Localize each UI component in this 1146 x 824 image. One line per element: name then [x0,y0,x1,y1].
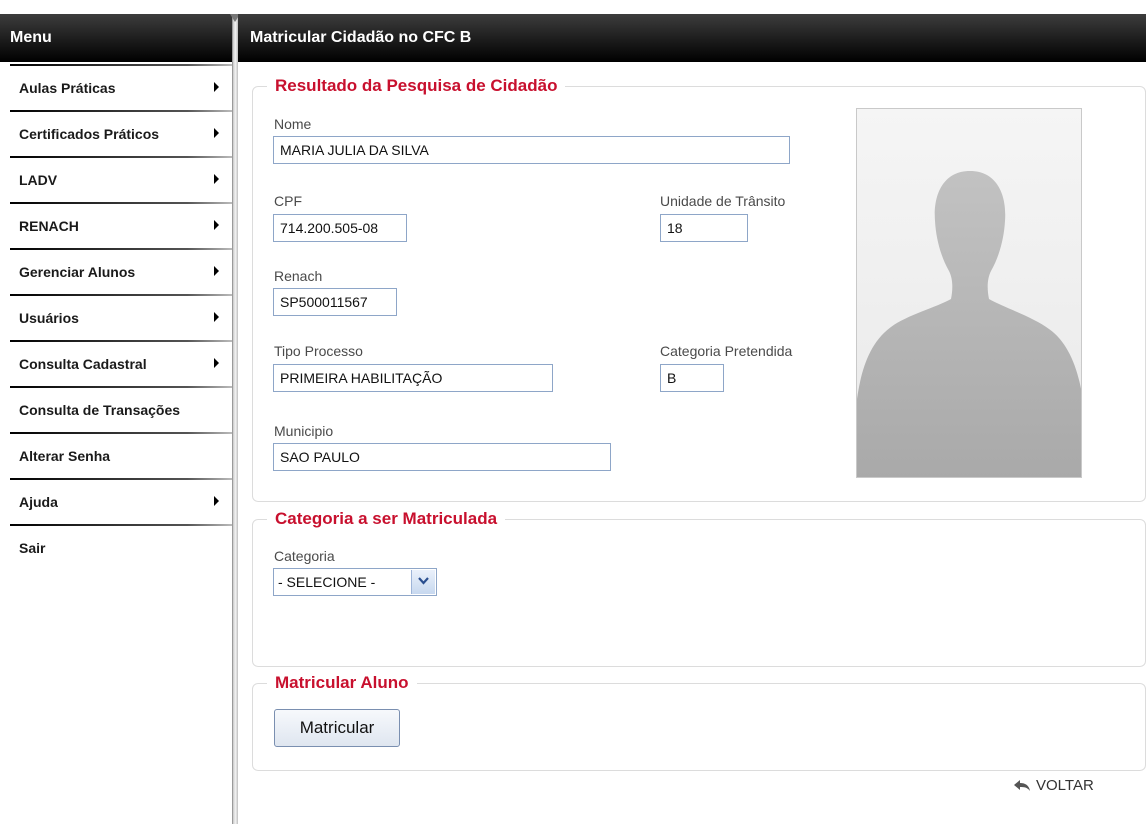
sidebar-item-label: RENACH [19,218,79,234]
unidade-transito-label: Unidade de Trânsito [660,193,786,209]
categoria-pretendida-label: Categoria Pretendida [660,343,793,359]
sidebar-item-label: Certificados Práticos [19,126,160,142]
sidebar-item-label: Consulta de Transações [19,402,181,418]
sidebar-item-aulas-praticas[interactable]: Aulas Práticas [0,64,232,110]
triangle-right-icon [214,312,219,322]
nome-label: Nome [274,116,312,132]
triangle-right-icon [214,358,219,368]
menu-separator [10,478,232,480]
triangle-right-icon [214,496,219,506]
renach-label: Renach [274,268,323,284]
sidebar-item-label: Aulas Práticas [19,80,116,96]
sidebar-item-certificados-praticos[interactable]: Certificados Práticos [0,110,232,156]
sidebar-item-consulta-de-transacoes[interactable]: Consulta de Transações [0,386,232,432]
cpf-label: CPF [274,193,302,209]
triangle-right-icon [214,220,219,230]
sidebar-item-label: Alterar Senha [19,448,111,464]
sidebar-item-label: Consulta Cadastral [19,356,147,372]
municipio-label: Municipio [274,423,334,439]
sidebar-item-usuarios[interactable]: Usuários [0,294,232,340]
chevron-down-icon [418,577,429,585]
menu-separator [10,432,232,434]
menu-separator [10,386,232,388]
sidebar-item-ladv[interactable]: LADV [0,156,232,202]
unidade-transito-field[interactable]: 18 [660,214,748,242]
triangle-right-icon [214,128,219,138]
matricular-legend: Matricular Aluno [275,673,409,692]
sidebar-item-label: Gerenciar Alunos [19,264,136,280]
panel-splitter[interactable] [230,14,240,824]
sidebar-title: Menu [0,14,232,62]
back-arrow-icon [1014,779,1030,791]
menu-separator [10,202,232,204]
sidebar-item-alterar-senha[interactable]: Alterar Senha [0,432,232,478]
sidebar-menu: Aulas Práticas Certificados Práticos LADV R… [0,64,232,570]
sidebar: Menu Aulas Práticas Certificados Práticos… [0,0,232,824]
sidebar-item-renach[interactable]: RENACH [0,202,232,248]
categoria-select[interactable]: - SELECIONE - [273,568,437,596]
cpf-field[interactable]: 714.200.505-08 [273,214,407,242]
categoria-select-value: - SELECIONE - [278,574,376,590]
resultado-legend: Resultado da Pesquisa de Cidadão [275,76,558,95]
sidebar-item-consulta-cadastral[interactable]: Consulta Cadastral [0,340,232,386]
sidebar-item-label: Sair [19,540,46,556]
sidebar-item-gerenciar-alunos[interactable]: Gerenciar Alunos [0,248,232,294]
tipo-processo-label: Tipo Processo [274,343,363,359]
menu-separator [10,248,232,250]
page-title: Matricular Cidadão no CFC B [238,14,1146,62]
voltar-label: VOLTAR [1036,777,1094,794]
triangle-right-icon [214,174,219,184]
sidebar-item-label: Usuários [19,310,79,326]
triangle-right-icon [214,266,219,276]
municipio-field[interactable]: SAO PAULO [273,443,611,471]
person-silhouette-icon [857,171,1081,477]
menu-separator [10,156,232,158]
voltar-link[interactable]: VOLTAR [1012,777,1094,794]
renach-field[interactable]: SP500011567 [273,288,397,316]
citizen-photo [856,108,1082,478]
menu-separator [10,524,232,526]
tipo-processo-field[interactable]: PRIMEIRA HABILITAÇÃO [273,364,553,392]
menu-separator [10,64,232,66]
categoria-label: Categoria [274,548,335,564]
menu-separator [10,110,232,112]
menu-separator [10,340,232,342]
sidebar-item-label: Ajuda [19,494,58,510]
nome-field[interactable]: MARIA JULIA DA SILVA [273,136,790,164]
sidebar-item-ajuda[interactable]: Ajuda [0,478,232,524]
sidebar-item-label: LADV [19,172,58,188]
select-dropdown-button[interactable] [411,570,435,594]
triangle-right-icon [214,82,219,92]
menu-separator [10,294,232,296]
matricular-button[interactable]: Matricular [274,709,400,747]
sidebar-item-sair[interactable]: Sair [0,524,232,570]
categoria-pretendida-field[interactable]: B [660,364,724,392]
categoria-legend: Categoria a ser Matriculada [275,509,498,528]
